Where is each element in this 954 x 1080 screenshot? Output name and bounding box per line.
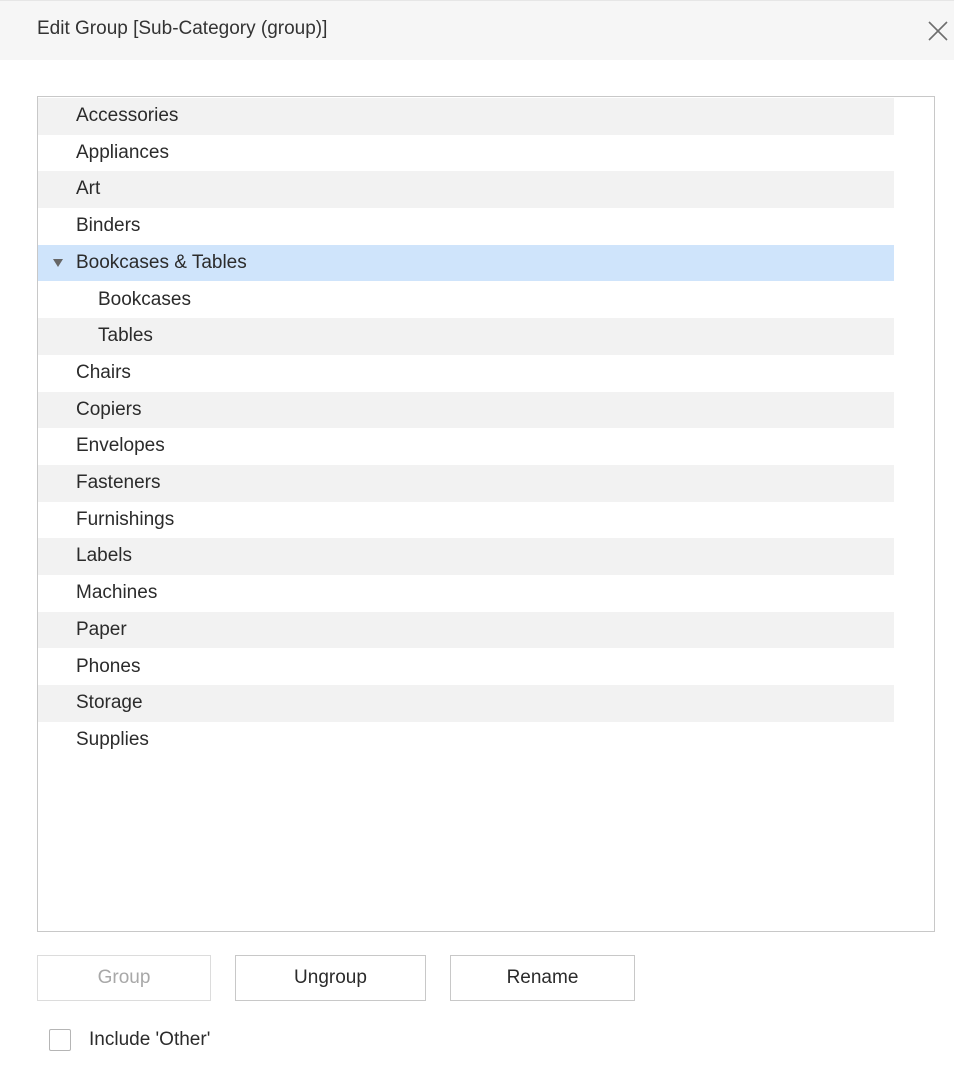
tree-item-label: Binders (76, 215, 141, 237)
tree-item[interactable]: Labels (38, 538, 894, 576)
dialog-title: Edit Group [Sub-Category (group)] (37, 18, 328, 39)
include-other-checkbox[interactable] (49, 1029, 71, 1051)
tree-item[interactable]: Storage (38, 685, 894, 722)
tree-item[interactable]: Fasteners (38, 465, 894, 502)
close-icon (928, 21, 948, 41)
close-button[interactable] (926, 19, 950, 43)
tree-item-label: Tables (98, 325, 153, 347)
tree-item[interactable]: Phones (38, 649, 894, 686)
tree-item[interactable]: Envelopes (38, 428, 894, 465)
group-button[interactable]: Group (37, 955, 211, 1001)
tree-item-label: Phones (76, 655, 141, 677)
tree-item[interactable]: Appliances (38, 135, 894, 172)
tree-item-label: Furnishings (76, 508, 175, 530)
tree-item[interactable]: Art (38, 171, 894, 209)
tree-item-label: Accessories (76, 105, 179, 126)
tree-item[interactable]: Bookcases & Tables (38, 244, 894, 282)
tree-item-label: Paper (76, 618, 127, 640)
tree-item[interactable]: Furnishings (38, 502, 894, 539)
caret-down-icon[interactable] (53, 258, 63, 267)
tree-item-label: Labels (76, 545, 132, 567)
tree-item[interactable]: Copiers (38, 391, 894, 429)
ungroup-button[interactable]: Ungroup (235, 955, 426, 1001)
tree-item-label: Chairs (76, 361, 131, 383)
tree-item-label: Copiers (76, 398, 142, 420)
tree-child-item[interactable]: Tables (38, 318, 894, 355)
dialog-title-bar: Edit Group [Sub-Category (group)] (0, 0, 954, 60)
rename-button[interactable]: Rename (450, 955, 635, 1001)
include-other-label: Include 'Other' (89, 1029, 211, 1050)
tree-item[interactable]: Paper (38, 611, 894, 649)
tree-item-label: Storage (76, 692, 143, 714)
tree-item-label: Bookcases & Tables (76, 251, 247, 273)
group-members-list[interactable]: Accessories Appliances Art Binders Bookcases… (37, 96, 935, 932)
edit-group-dialog: Edit Group [Sub-Category (group)] Access… (0, 0, 954, 1080)
tree-item-label: Machines (76, 582, 158, 604)
tree-item[interactable]: Supplies (38, 722, 894, 759)
tree-item-label: Supplies (76, 728, 149, 750)
tree-item[interactable]: Chairs (38, 355, 894, 392)
tree-item-label: Fasteners (76, 472, 161, 493)
tree-child-item[interactable]: Bookcases (38, 282, 894, 319)
tree-item[interactable]: Machines (38, 575, 894, 612)
tree-item[interactable]: Binders (38, 208, 894, 245)
tree-item-label: Envelopes (76, 435, 165, 457)
tree-item-label: Appliances (76, 141, 169, 163)
tree-item-label: Bookcases (98, 288, 191, 310)
tree-item[interactable]: Accessories (38, 98, 894, 135)
tree-item-label: Art (76, 178, 101, 200)
